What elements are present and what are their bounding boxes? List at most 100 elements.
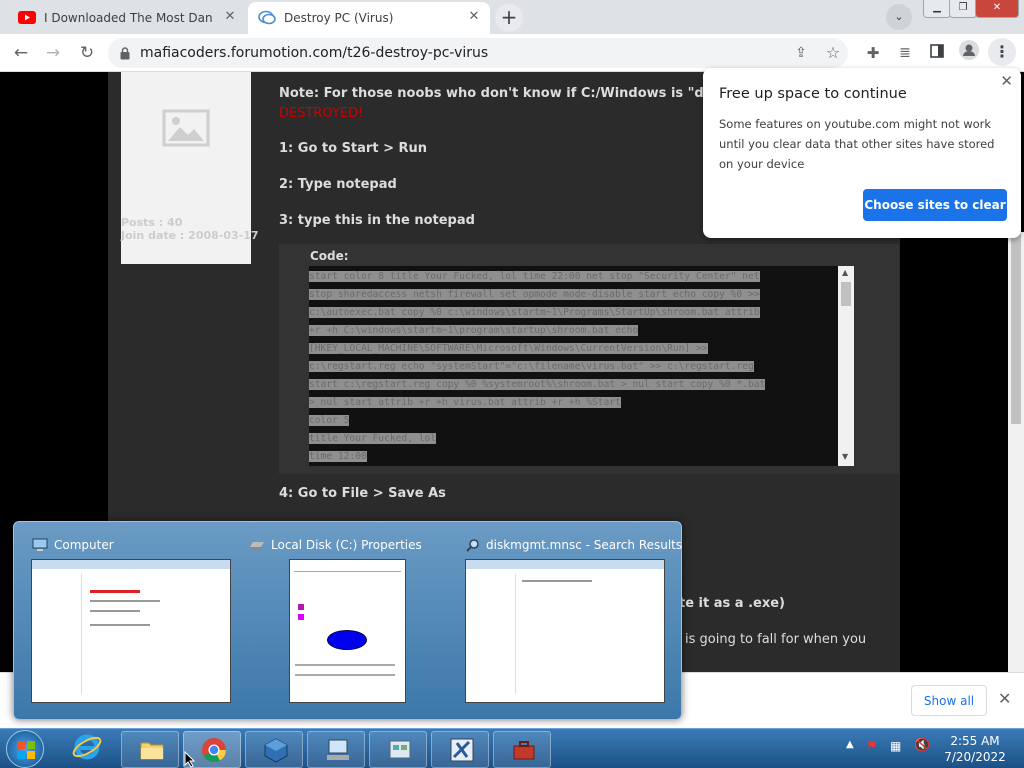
playlist-icon: ≣ [899,45,911,61]
step-3: 3: type this in the notepad [279,213,475,228]
visual-studio-taskbar-button[interactable] [431,731,489,768]
control-panel-icon [389,740,411,759]
page-scroll-thumb[interactable] [1011,234,1021,424]
join-date-label: Join date : [121,229,185,242]
tab-search-button[interactable]: ⌄ [886,4,912,30]
menu-button[interactable]: ⋮ [988,38,1016,66]
side-panel-icon [930,44,944,58]
share-button[interactable]: ⇪ [788,40,814,66]
note-red-text: DESTROYED! [279,106,364,121]
code-line: > nul start attrib +r +h virus.bat attri… [309,397,621,408]
code-line: stop sharedaccess netsh firewall set opm… [309,289,760,300]
clock-time: 2:55 AM [950,734,1000,748]
code-line: title Your Fucked, lol [309,433,437,444]
tab-strip: I Downloaded The Most Dangerous ✕ Destro… [0,0,1024,34]
lock-icon [120,46,130,59]
thumb-title-computer[interactable]: Computer [32,538,114,552]
close-tab-icon[interactable]: ✕ [222,9,238,25]
page-scrollbar[interactable] [1008,232,1024,672]
show-hidden-icons[interactable]: ▲ [846,739,854,750]
popup-close-icon[interactable]: ✕ [1000,72,1013,90]
close-tab-icon[interactable]: ✕ [466,9,482,25]
code-line: c:\regstart.reg echo "systemStart"="c:\f… [309,361,754,372]
code-line: [HKEY_LOCAL_MACHINE\SOFTWARE\Microsoft\W… [309,343,708,354]
minimize-button[interactable]: ▁ [923,0,951,18]
chevron-down-icon: ⌄ [894,10,904,23]
thumbnail-search-results[interactable] [465,559,665,703]
virtualbox-taskbar-button[interactable] [245,731,303,768]
internet-explorer-icon [72,734,102,760]
forum-chat-icon [258,10,276,25]
close-downloads-icon[interactable]: ✕ [998,689,1011,708]
scroll-down-icon[interactable]: ▼ [842,452,848,461]
internet-explorer-button[interactable] [72,732,106,766]
tab-youtube[interactable]: I Downloaded The Most Dangerous ✕ [8,2,246,34]
explorer-taskbar-button[interactable] [121,731,179,768]
puzzle-icon: ✚ [866,44,880,62]
posts-label: Posts : [121,216,164,229]
action-center-flag-icon[interactable]: ⚑ [866,739,882,755]
partial-text-2: is going to fall for when you [685,632,867,647]
minimize-icon: ▁ [933,2,941,13]
more-vertical-icon: ⋮ [994,42,1010,61]
start-button[interactable] [6,730,44,768]
chrome-icon [202,738,226,763]
code-text: start color 8 title Your Fucked, lol tim… [309,268,837,466]
tab-title: Destroy PC (Virus) [284,11,394,25]
posts-value: 40 [167,216,183,229]
restore-icon: ❐ [958,2,968,13]
code-line: c:\autoexec.bat copy %0 c:\windows\start… [309,307,760,318]
step-2: 2: Type notepad [279,177,397,192]
plus-icon: + [500,5,518,29]
code-line: time 12:00 [309,451,367,462]
reload-button[interactable]: ↻ [74,40,100,66]
back-button[interactable]: ← [8,40,34,66]
taskbar: ▲ ⚑ ▦ 🔇 2:55 AM 7/20/2022 [0,728,1024,768]
media-button[interactable]: ≣ [892,40,918,66]
search-icon [466,539,479,552]
control-panel-taskbar-button[interactable] [369,731,427,768]
image-placeholder-icon [162,109,210,147]
scroll-thumb[interactable] [841,282,851,306]
side-panel-button[interactable] [924,40,950,66]
thumb-title-search-results[interactable]: diskmgmt.mnsc - Search Results [466,538,682,552]
volume-muted-icon[interactable]: 🔇 [914,738,932,754]
thumbnail-computer[interactable] [31,559,231,703]
tab-forum[interactable]: Destroy PC (Virus) ✕ [248,2,490,34]
visual-studio-icon [450,738,474,762]
restore-button[interactable]: ❐ [949,0,977,18]
toolbox-icon [513,741,535,760]
close-window-button[interactable]: ✕ [975,0,1019,18]
system-clock[interactable]: 2:55 AM 7/20/2022 [940,733,1010,765]
show-all-button[interactable]: Show all [911,685,987,716]
profile-button[interactable] [956,40,982,66]
toolbox-taskbar-button[interactable] [493,731,551,768]
scroll-up-icon[interactable]: ▲ [842,268,848,277]
share-icon: ⇪ [795,45,807,61]
drive-icon [250,542,264,550]
code-box[interactable]: start color 8 title Your Fucked, lol tim… [309,266,854,466]
address-bar[interactable]: mafiacoders.forumotion.com/t26-destroy-p… [108,38,848,68]
storage-popup: Free up space to continue ✕ Some feature… [703,68,1021,238]
url-text: mafiacoders.forumotion.com/t26-destroy-p… [140,45,489,61]
thumbnail-disk-properties[interactable] [289,559,406,703]
code-line: start color 8 title Your Fucked, lol tim… [309,271,760,282]
thumb-title-disk-properties[interactable]: Local Disk (C:) Properties [249,538,422,552]
close-icon: ✕ [992,2,1002,13]
network-taskbar-button[interactable] [307,731,365,768]
virtualbox-icon [264,738,288,763]
clock-date: 7/20/2022 [944,750,1006,764]
profile-stats: Posts : 40 Join date : 2008-03-17 [121,216,259,242]
bookmark-button[interactable]: ☆ [820,40,846,66]
mouse-cursor-icon [184,751,196,768]
new-tab-button[interactable]: + [495,4,523,32]
choose-sites-button[interactable]: Choose sites to clear [863,189,1007,221]
extensions-button[interactable]: ✚ [860,40,886,66]
network-icon[interactable]: ▦ [890,739,906,755]
reload-icon: ↻ [79,43,95,63]
code-line: start c:\regstart.reg copy %0 %systemroo… [309,379,766,390]
forward-button[interactable]: → [40,40,66,66]
popup-title: Free up space to continue [719,86,907,102]
code-scrollbar[interactable]: ▲ ▼ [838,266,854,466]
step-4: 4: Go to File > Save As [279,486,446,501]
